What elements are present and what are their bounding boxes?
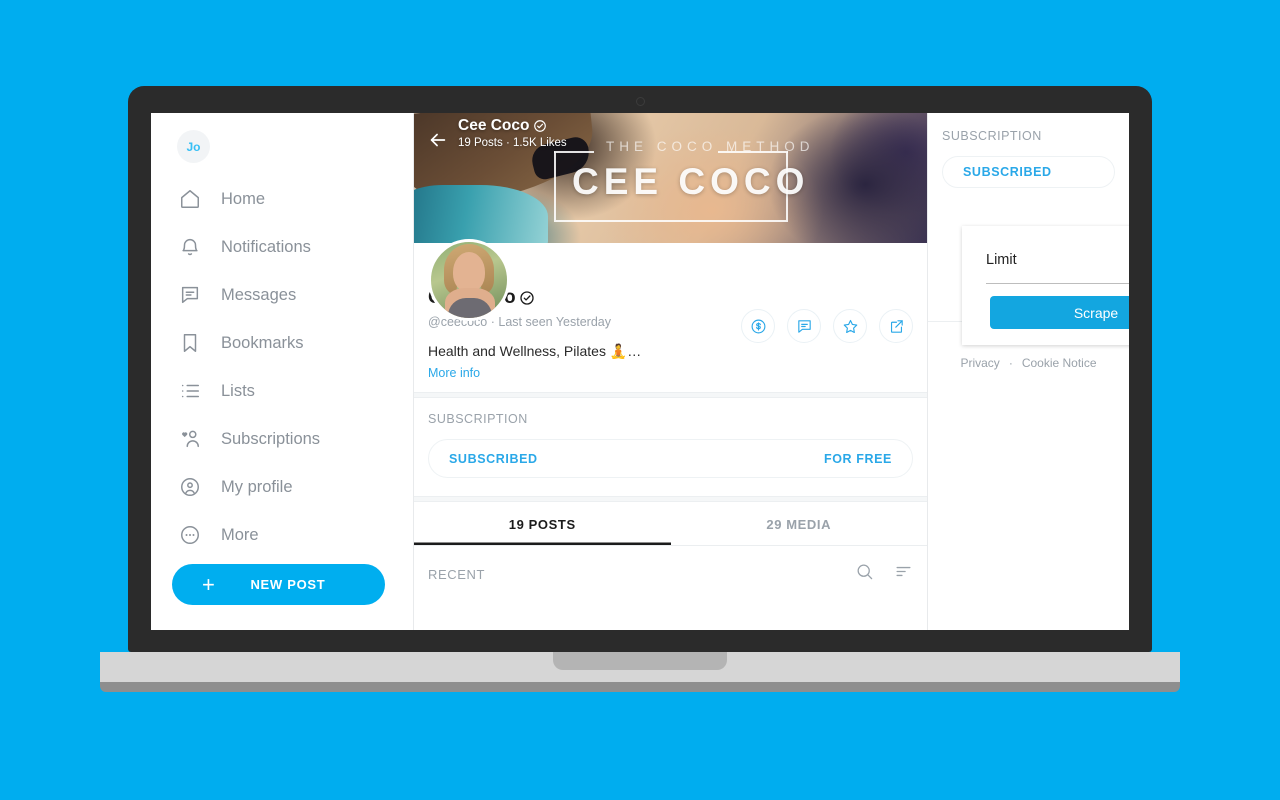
message-icon — [179, 282, 209, 308]
sidebar-item-label: Lists — [221, 381, 255, 400]
profile-avatar[interactable] — [428, 239, 510, 321]
sidebar-item-lists[interactable]: Lists — [151, 367, 413, 415]
recent-toolbar: RECENT — [414, 546, 927, 586]
new-post-label: NEW POST — [250, 577, 326, 592]
scrape-button[interactable]: Scrape — [990, 296, 1129, 329]
profile-last-seen: Last seen Yesterday — [498, 315, 611, 329]
banner-stats: 19 Posts · 1.5K Likes — [458, 137, 567, 149]
scrape-panel: Limit Scrape ? — [962, 226, 1129, 345]
subscription-pill[interactable]: SUBSCRIBED FOR FREE — [428, 439, 913, 478]
profile-column: THE COCO METHOD CEE COCO Cee Coco 19 Pos… — [414, 113, 928, 630]
footer-separator: · — [1008, 356, 1013, 370]
verified-badge-icon — [533, 119, 547, 133]
sidebar-item-label: Notifications — [221, 237, 311, 256]
verified-badge-icon — [519, 290, 535, 306]
sidebar-nav: Home Notifications Messages Bookmarks Li… — [151, 175, 413, 559]
tab-media[interactable]: 29 MEDIA — [671, 502, 928, 545]
recent-toolbar-icons — [855, 562, 913, 586]
laptop-base-notch — [553, 652, 727, 670]
profile-info-block: Cee Coco @ceecoco · Last seen Yesterday … — [414, 239, 927, 392]
search-icon[interactable] — [855, 562, 874, 586]
left-sidebar: Jo Home Notifications Messages Bookmarks… — [151, 113, 414, 630]
recent-label: RECENT — [428, 566, 486, 582]
tip-button[interactable] — [741, 309, 775, 343]
subscription-pill[interactable]: SUBSCRIBED — [942, 156, 1115, 188]
profile-action-bar — [741, 309, 913, 343]
banner-overlay: THE COCO METHOD CEE COCO — [554, 133, 894, 233]
limit-label: Limit — [986, 251, 1017, 268]
sidebar-item-label: Home — [221, 189, 266, 208]
tab-label: 29 MEDIA — [766, 517, 832, 532]
status-badge: SUBSCRIBED — [963, 165, 1052, 179]
sidebar-item-subscriptions[interactable]: Subscriptions — [151, 415, 413, 463]
bookmark-icon — [179, 330, 209, 356]
sort-icon[interactable] — [894, 562, 913, 586]
sidebar-item-home[interactable]: Home — [151, 175, 413, 223]
user-heart-icon — [179, 426, 209, 452]
subscription-price: FOR FREE — [824, 451, 892, 466]
webcam-icon — [636, 97, 645, 106]
browser-screen: Jo Home Notifications Messages Bookmarks… — [151, 113, 1129, 630]
share-button[interactable] — [879, 309, 913, 343]
favorite-button[interactable] — [833, 309, 867, 343]
avatar[interactable]: Jo — [177, 130, 210, 163]
sidebar-item-label: More — [221, 525, 259, 544]
bell-icon — [179, 234, 209, 260]
right-subscription-card: SUBSCRIPTION SUBSCRIBED — [928, 113, 1129, 188]
sidebar-item-notifications[interactable]: Notifications — [151, 223, 413, 271]
profile-bio: Health and Wellness, Pilates 🧘… — [428, 343, 642, 359]
sidebar-item-bookmarks[interactable]: Bookmarks — [151, 319, 413, 367]
profile-banner: THE COCO METHOD CEE COCO Cee Coco 19 Pos… — [414, 113, 927, 243]
subscription-title: SUBSCRIPTION — [942, 129, 1042, 143]
sidebar-item-messages[interactable]: Messages — [151, 271, 413, 319]
laptop-base-edge — [100, 682, 1180, 692]
banner-image-towel — [414, 185, 548, 243]
avatar-initials: Jo — [186, 139, 201, 154]
tab-posts[interactable]: 19 POSTS — [414, 502, 671, 545]
user-circle-icon — [179, 474, 209, 500]
ellipsis-circle-icon — [179, 522, 209, 548]
tab-label: 19 POSTS — [508, 517, 576, 532]
banner-title: CEE COCO — [572, 161, 810, 202]
right-sidebar: SUBSCRIPTION SUBSCRIBED Privacy · Cookie… — [928, 113, 1129, 630]
scrape-row: Scrape ? — [962, 284, 1129, 329]
home-icon — [179, 186, 209, 212]
banner-header-info: Cee Coco 19 Posts · 1.5K Likes — [458, 117, 567, 149]
profile-tabs: 19 POSTS 29 MEDIA — [414, 502, 927, 546]
more-info-link[interactable]: More info — [428, 366, 913, 380]
sidebar-item-label: Subscriptions — [221, 429, 321, 448]
back-arrow-icon[interactable] — [427, 129, 449, 151]
list-icon — [179, 378, 209, 404]
subscription-section: SUBSCRIPTION SUBSCRIBED FOR FREE — [414, 398, 927, 496]
avatar-top — [448, 298, 492, 318]
privacy-link[interactable]: Privacy — [960, 356, 999, 370]
plus-icon: + — [202, 571, 215, 597]
avatar-face — [453, 252, 485, 292]
sidebar-item-label: Messages — [221, 285, 297, 304]
limit-row: Limit — [962, 226, 1129, 271]
cookie-notice-link[interactable]: Cookie Notice — [1022, 356, 1097, 370]
sidebar-item-label: My profile — [221, 477, 293, 496]
status-badge: SUBSCRIBED — [449, 451, 538, 466]
new-post-button[interactable]: + NEW POST — [172, 564, 385, 605]
subscription-title: SUBSCRIPTION — [428, 412, 528, 426]
page-root: Jo Home Notifications Messages Bookmarks… — [0, 0, 1280, 800]
footer-links: Privacy · Cookie Notice — [928, 356, 1129, 370]
sidebar-item-label: Bookmarks — [221, 333, 304, 352]
banner-name-text: Cee Coco — [458, 117, 530, 134]
sidebar-item-my-profile[interactable]: My profile — [151, 463, 413, 511]
sidebar-item-more[interactable]: More — [151, 511, 413, 559]
message-button[interactable] — [787, 309, 821, 343]
banner-profile-name: Cee Coco — [458, 117, 567, 135]
